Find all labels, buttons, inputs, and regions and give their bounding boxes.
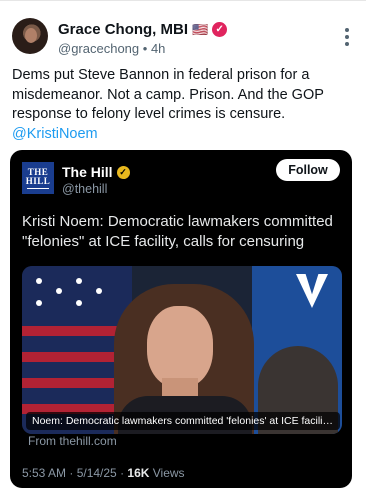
- us-flag-icon: 🇺🇸: [192, 21, 209, 37]
- views-label: Views: [149, 466, 185, 480]
- separator: •: [142, 41, 148, 56]
- quoted-account-name[interactable]: The Hill: [62, 164, 113, 180]
- quoted-account-handle[interactable]: @thehill: [62, 182, 107, 196]
- post-meta: 5:53 AM · 5/14/25 · 16K Views: [22, 466, 185, 480]
- follow-button[interactable]: Follow: [276, 159, 340, 181]
- quoted-post-card[interactable]: THE HILL The Hill ✓ @thehill Follow Kris…: [10, 150, 352, 488]
- more-options-icon[interactable]: [344, 28, 350, 46]
- handle-row: @gracechong • 4h: [58, 41, 318, 56]
- post-time[interactable]: 4h: [151, 41, 165, 56]
- verified-badge-icon: ✓: [212, 21, 228, 37]
- avatar[interactable]: [12, 18, 48, 54]
- post-header: Grace Chong, MBI 🇺🇸 ✓ @gracechong • 4h: [58, 18, 318, 56]
- post-text: Dems put Steve Bannon in federal prison …: [12, 66, 342, 144]
- views-count: 16K: [127, 466, 150, 480]
- author-handle[interactable]: @gracechong: [58, 41, 139, 56]
- post-body: Dems put Steve Bannon in federal prison …: [12, 67, 324, 122]
- quoted-headline: Kristi Noem: Democratic lawmakers commit…: [22, 213, 333, 250]
- verified-gold-badge-icon: ✓: [116, 165, 130, 179]
- link-source[interactable]: From thehill.com: [28, 434, 117, 448]
- top-divider: [0, 0, 366, 1]
- image-caption: Noem: Democratic lawmakers committed 'fe…: [26, 412, 340, 430]
- mention-link[interactable]: @KristiNoem: [12, 126, 98, 142]
- author-name[interactable]: Grace Chong, MBI: [58, 21, 188, 38]
- the-hill-logo[interactable]: THE HILL: [22, 162, 54, 194]
- timestamp[interactable]: 5:53 AM · 5/14/25 ·: [22, 466, 127, 480]
- article-image[interactable]: Noem: Democratic lawmakers committed 'fe…: [22, 266, 342, 434]
